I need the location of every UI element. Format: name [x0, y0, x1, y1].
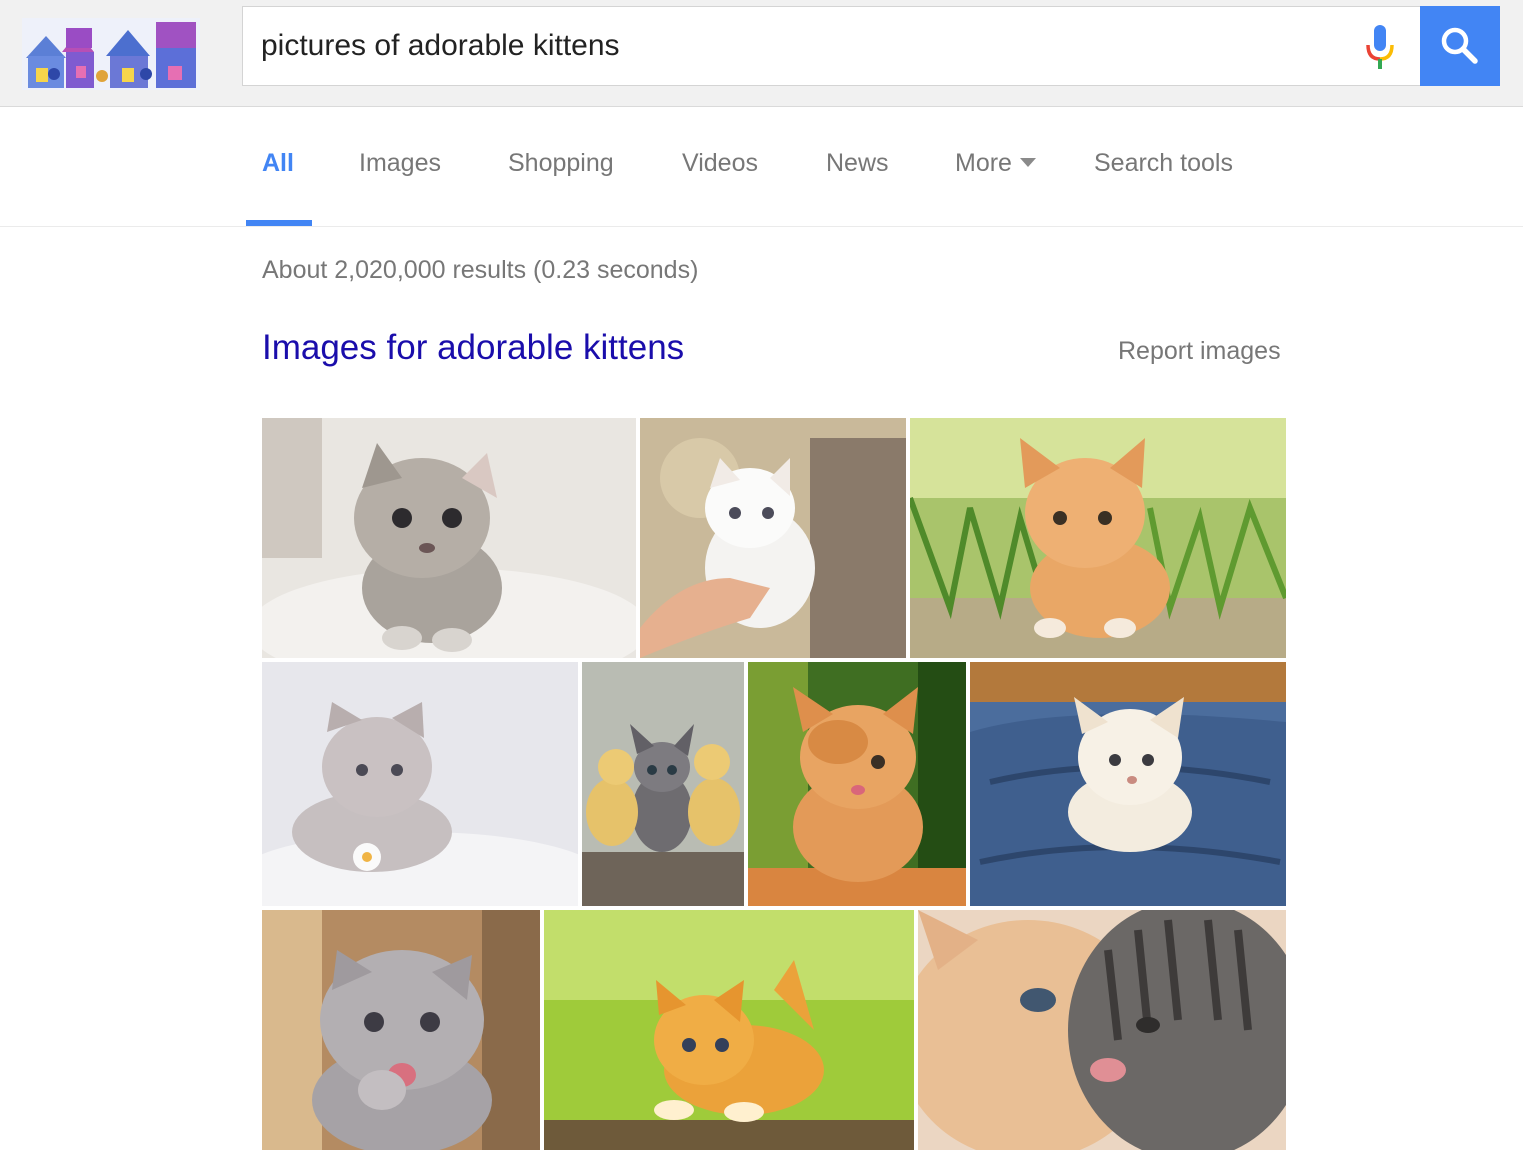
search-header — [0, 0, 1523, 107]
result-stats: About 2,020,000 results (0.23 seconds) — [262, 256, 699, 284]
active-tab-indicator — [246, 220, 312, 226]
tab-more-label: More — [955, 149, 1012, 177]
tab-more[interactable]: More — [955, 149, 1036, 178]
tab-images[interactable]: Images — [359, 149, 441, 178]
image-thumbnail-8[interactable] — [262, 910, 540, 1150]
search-button[interactable] — [1420, 6, 1500, 86]
images-heading-link[interactable]: Images for adorable kittens — [262, 328, 684, 368]
search-icon — [1441, 27, 1478, 64]
tab-news[interactable]: News — [826, 149, 889, 178]
image-thumbnail-6[interactable] — [748, 662, 966, 906]
tab-all[interactable]: All — [262, 149, 294, 178]
report-images-link[interactable]: Report images — [1118, 337, 1281, 366]
image-thumbnail-3[interactable] — [910, 418, 1286, 658]
search-input[interactable] — [261, 7, 1341, 85]
image-thumbnail-7[interactable] — [970, 662, 1286, 906]
tab-shopping[interactable]: Shopping — [508, 149, 614, 178]
search-tabs: All Images Shopping Videos News More Sea… — [0, 107, 1523, 227]
image-thumbnail-10[interactable] — [918, 910, 1286, 1150]
google-doodle-logo[interactable] — [22, 18, 200, 90]
image-thumbnail-4[interactable] — [262, 662, 578, 906]
tab-videos[interactable]: Videos — [682, 149, 758, 178]
image-thumbnail-2[interactable] — [640, 418, 906, 658]
tab-search-tools[interactable]: Search tools — [1094, 149, 1233, 178]
caret-down-icon — [1019, 157, 1036, 167]
image-thumbnail-5[interactable] — [582, 662, 744, 906]
image-thumbnail-1[interactable] — [262, 418, 636, 658]
image-thumbnail-9[interactable] — [544, 910, 914, 1150]
microphone-icon[interactable] — [1363, 23, 1397, 71]
search-box — [242, 6, 1422, 86]
